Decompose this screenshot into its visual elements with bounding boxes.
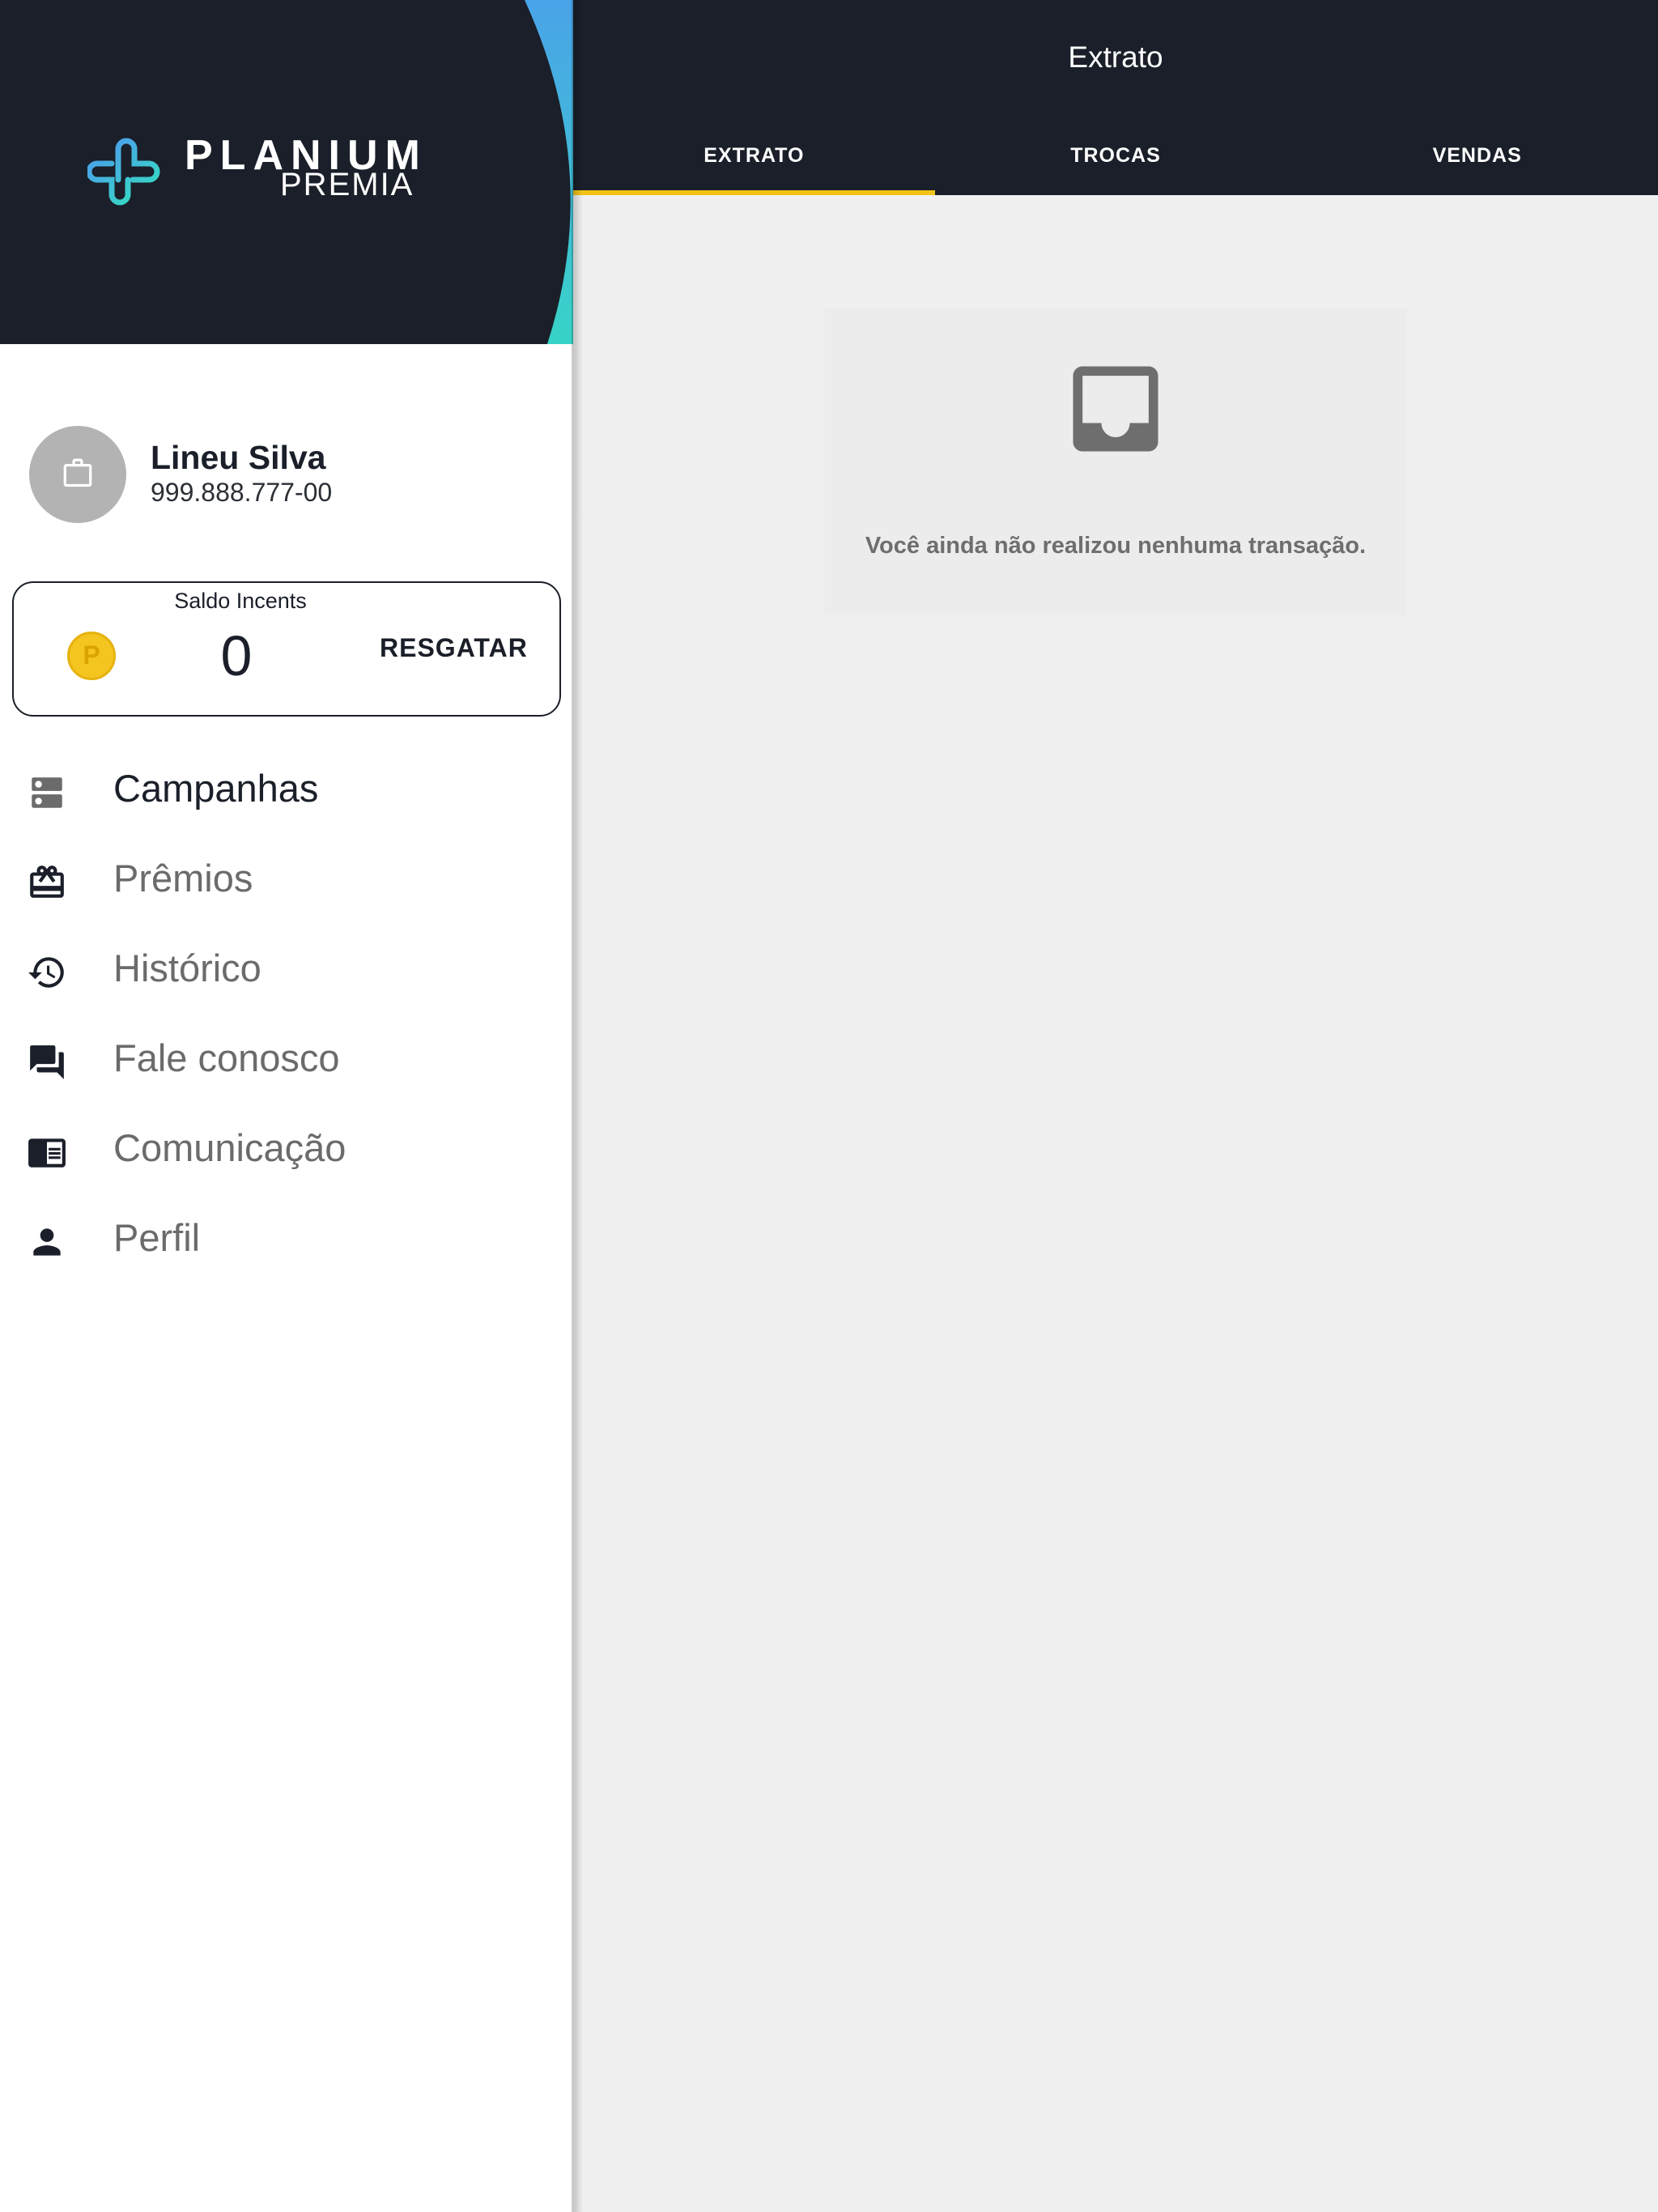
menu-item-fale-conosco[interactable]: Fale conosco [0,1015,573,1104]
planium-logo-icon [86,136,165,213]
menu-item-perfil[interactable]: Perfil [0,1194,573,1284]
tab-trocas[interactable]: TROCAS [935,138,1297,195]
coin-symbol: P [83,640,100,670]
avatar[interactable] [29,426,126,523]
drawer-menu: Campanhas Prêmios Histórico Fale conosco… [0,745,573,1284]
forum-icon [30,1045,64,1079]
redeem-button[interactable]: RESGATAR [380,633,528,663]
navigation-drawer: PLANIUM PREMIA Lineu Silva 999.888.777-0… [0,0,573,2212]
dns-icon [32,777,62,808]
chrome-reader-icon [28,1138,66,1168]
menu-item-label: Histórico [113,946,261,989]
user-document: 999.888.777-00 [151,478,333,507]
brand-subname: PREMIA [280,167,414,202]
menu-item-label: Campanhas [113,767,319,810]
empty-state: Você ainda não realizou nenhuma transaçã… [824,308,1407,615]
menu-item-label: Prêmios [113,857,253,900]
menu-item-premios[interactable]: Prêmios [0,835,573,925]
history-icon [28,957,64,988]
menu-item-label: Fale conosco [113,1036,340,1079]
menu-item-campanhas[interactable]: Campanhas [0,745,573,835]
person-icon [33,1228,61,1256]
user-name: Lineu Silva [151,439,326,476]
balance-value: 0 [220,624,253,687]
coin-icon: P [67,632,116,680]
balance-card: Saldo Incents P 0 RESGATAR [12,581,561,717]
menu-item-historico[interactable]: Histórico [0,925,573,1015]
menu-item-comunicacao[interactable]: Comunicação [0,1104,573,1194]
drawer-shadow [572,0,583,2212]
balance-label: Saldo Incents [174,589,307,613]
menu-item-label: Comunicação [113,1126,346,1169]
tab-extrato[interactable]: EXTRATO [573,138,935,195]
empty-state-message: Você ainda não realizou nenhuma transaçã… [865,533,1367,559]
app-bar: Extrato EXTRATO TROCAS VENDAS [573,0,1658,195]
menu-item-label: Perfil [113,1216,201,1259]
redeem-icon [30,866,64,898]
tab-vendas[interactable]: VENDAS [1296,138,1658,195]
tab-bar: EXTRATO TROCAS VENDAS [573,138,1658,195]
page-title: Extrato [1068,40,1163,74]
user-info: Lineu Silva 999.888.777-00 [29,426,547,523]
inbox-icon [1073,366,1158,452]
briefcase-icon [63,458,92,487]
drawer-header: PLANIUM PREMIA [0,0,573,344]
